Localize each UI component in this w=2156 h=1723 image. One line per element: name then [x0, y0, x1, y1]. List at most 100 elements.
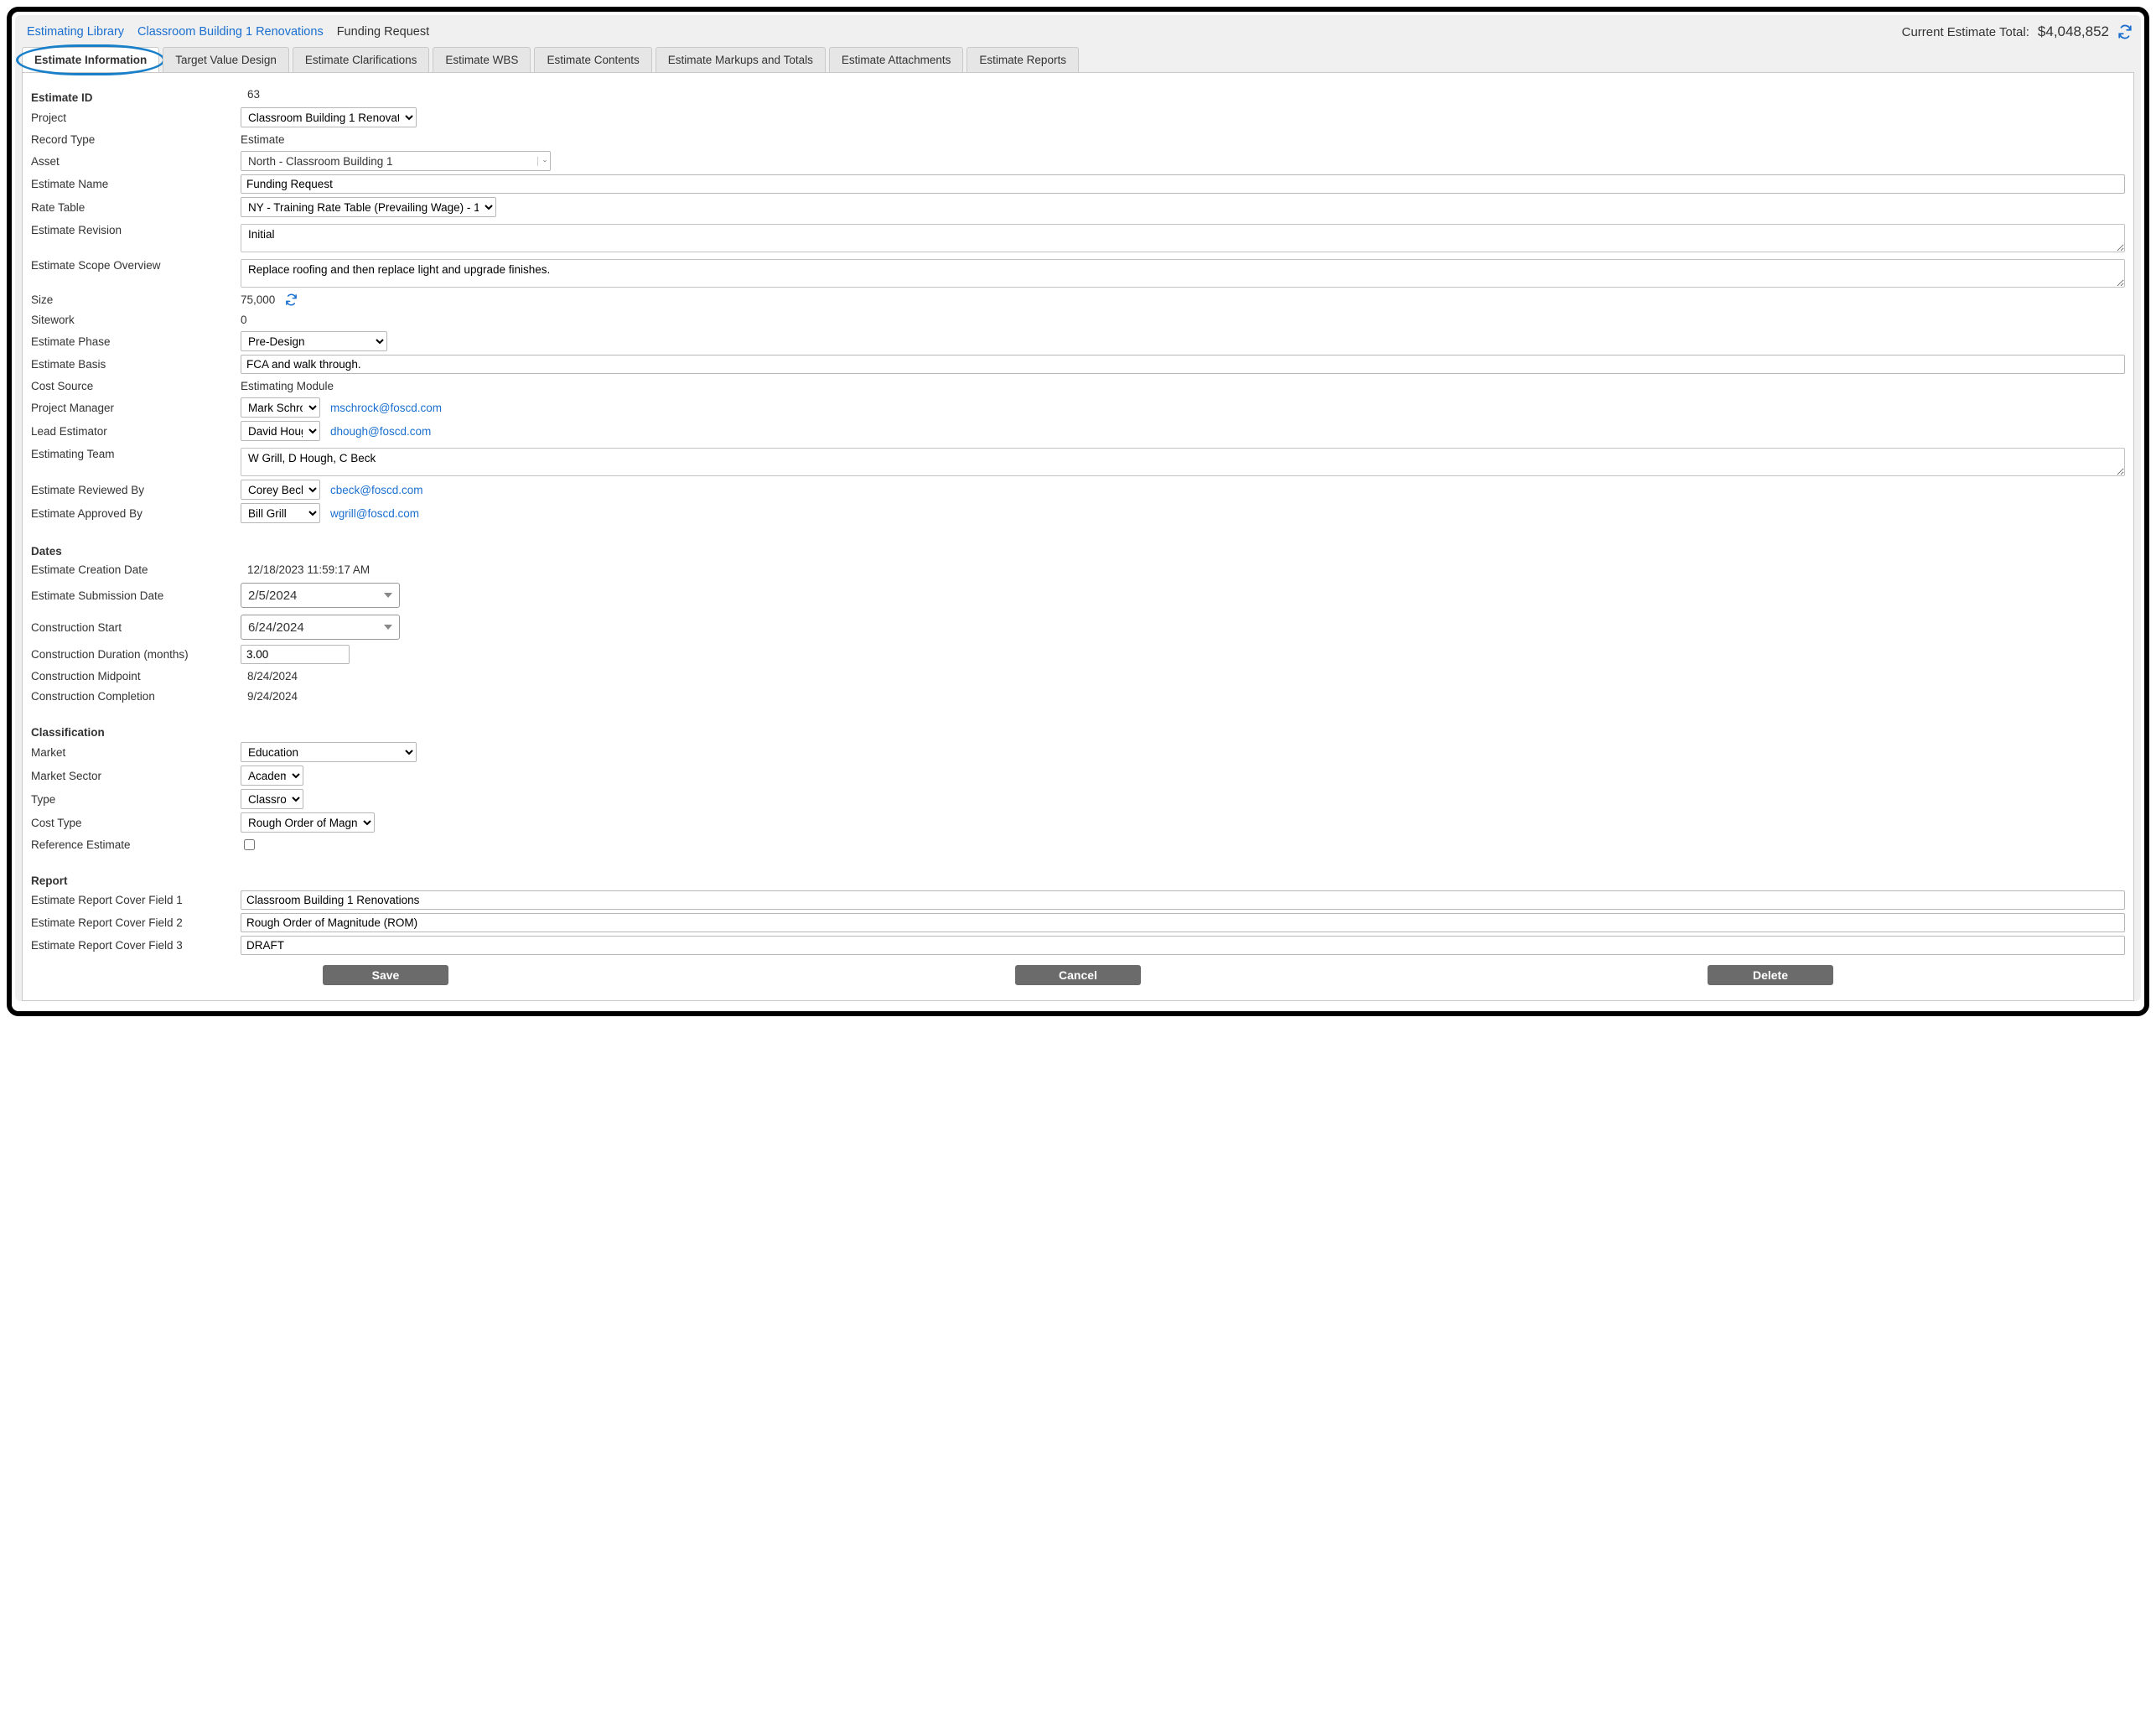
refresh-icon[interactable] — [285, 293, 298, 306]
label-approved-by: Estimate Approved By — [31, 507, 241, 520]
construction-start-picker[interactable]: 6/24/2024 — [241, 615, 400, 640]
label-market: Market — [31, 746, 241, 759]
label-asset: Asset — [31, 155, 241, 168]
save-button[interactable]: Save — [323, 965, 448, 985]
label-construction-completion: Construction Completion — [31, 690, 241, 703]
label-project-manager: Project Manager — [31, 402, 241, 414]
label-cover-field-1: Estimate Report Cover Field 1 — [31, 894, 241, 906]
label-creation-date: Estimate Creation Date — [31, 563, 241, 576]
label-estimate-id: Estimate ID — [31, 85, 241, 104]
value-size: 75,000 — [241, 293, 275, 306]
tab-label: Estimate Markups and Totals — [668, 54, 813, 66]
estimate-total-value: $4,048,852 — [2038, 23, 2109, 40]
tab-estimate-information[interactable]: Estimate Information — [22, 47, 159, 72]
tab-label: Target Value Design — [175, 54, 277, 66]
submission-date-value: 2/5/2024 — [248, 589, 297, 603]
tab-label: Estimate Contents — [547, 54, 639, 66]
breadcrumb-current: Funding Request — [337, 25, 429, 39]
cover-field-1-input[interactable] — [241, 890, 2125, 910]
label-cover-field-3: Estimate Report Cover Field 3 — [31, 939, 241, 952]
construction-start-value: 6/24/2024 — [248, 620, 304, 635]
label-type: Type — [31, 793, 241, 806]
dates-header: Dates — [31, 538, 241, 558]
project-select[interactable]: Classroom Building 1 Renovations — [241, 107, 417, 127]
market-sector-select[interactable]: Academic — [241, 765, 303, 786]
value-creation-date: 12/18/2023 11:59:17 AM — [241, 563, 370, 576]
tab-label: Estimate Clarifications — [305, 54, 417, 66]
tab-label: Estimate Attachments — [842, 54, 951, 66]
reviewed-by-email[interactable]: cbeck@foscd.com — [330, 484, 423, 496]
label-size: Size — [31, 293, 241, 306]
refresh-icon[interactable] — [2117, 24, 2133, 39]
value-construction-completion: 9/24/2024 — [241, 690, 298, 703]
tab-target-value-design[interactable]: Target Value Design — [163, 47, 289, 72]
tab-estimate-wbs[interactable]: Estimate WBS — [433, 47, 531, 72]
label-project: Project — [31, 112, 241, 124]
estimate-phase-select[interactable]: Pre-Design — [241, 331, 387, 351]
tab-estimate-markups-and-totals[interactable]: Estimate Markups and Totals — [656, 47, 826, 72]
chevron-down-icon — [384, 593, 392, 598]
approved-by-email[interactable]: wgrill@foscd.com — [330, 507, 419, 520]
asset-combo-value: North - Classroom Building 1 — [248, 155, 393, 168]
rate-table-select[interactable]: NY - Training Rate Table (Prevailing Wag… — [241, 197, 496, 217]
content-panel: Estimate ID 63 Project Classroom Buildin… — [22, 72, 2134, 1001]
cancel-button[interactable]: Cancel — [1015, 965, 1141, 985]
tab-estimate-reports[interactable]: Estimate Reports — [967, 47, 1079, 72]
estimate-basis-input[interactable] — [241, 355, 2125, 374]
chevron-down-icon — [384, 625, 392, 630]
breadcrumb: Estimating Library Classroom Building 1 … — [27, 25, 429, 39]
label-submission-date: Estimate Submission Date — [31, 589, 241, 602]
label-scope-overview: Estimate Scope Overview — [31, 259, 241, 272]
tabs-row: Estimate Information Target Value Design E… — [15, 47, 2141, 72]
label-cost-source: Cost Source — [31, 380, 241, 392]
label-lead-estimator: Lead Estimator — [31, 425, 241, 438]
label-sitework: Sitework — [31, 314, 241, 326]
project-manager-email[interactable]: mschrock@foscd.com — [330, 402, 442, 414]
label-construction-duration: Construction Duration (months) — [31, 648, 241, 661]
value-construction-midpoint: 8/24/2024 — [241, 670, 298, 682]
label-cover-field-2: Estimate Report Cover Field 2 — [31, 916, 241, 929]
cost-type-select[interactable]: Rough Order of Magnitude — [241, 812, 375, 833]
project-manager-select[interactable]: Mark Schrock — [241, 397, 320, 418]
estimating-team-textarea[interactable] — [241, 448, 2125, 476]
lead-estimator-select[interactable]: David Hough — [241, 421, 320, 441]
asset-combo[interactable]: North - Classroom Building 1 — [241, 151, 551, 171]
estimate-total-label: Current Estimate Total: — [1902, 25, 2029, 39]
label-construction-midpoint: Construction Midpoint — [31, 670, 241, 682]
label-market-sector: Market Sector — [31, 770, 241, 782]
classification-header: Classification — [31, 719, 241, 739]
label-estimate-revision: Estimate Revision — [31, 224, 241, 236]
chevron-down-icon — [537, 157, 547, 166]
tab-label: Estimate Information — [34, 54, 147, 66]
label-estimate-phase: Estimate Phase — [31, 335, 241, 348]
reviewed-by-select[interactable]: Corey Beck — [241, 480, 320, 500]
tab-estimate-contents[interactable]: Estimate Contents — [534, 47, 651, 72]
label-cost-type: Cost Type — [31, 817, 241, 829]
report-header: Report — [31, 868, 241, 887]
estimate-revision-textarea[interactable] — [241, 224, 2125, 252]
value-cost-source: Estimating Module — [241, 380, 334, 392]
label-reference-estimate: Reference Estimate — [31, 838, 241, 851]
reference-estimate-checkbox[interactable] — [244, 839, 255, 850]
lead-estimator-email[interactable]: dhough@foscd.com — [330, 425, 431, 438]
estimate-name-input[interactable] — [241, 174, 2125, 194]
tab-label: Estimate Reports — [979, 54, 1066, 66]
value-record-type: Estimate — [241, 133, 285, 146]
cover-field-3-input[interactable] — [241, 936, 2125, 955]
label-estimating-team: Estimating Team — [31, 448, 241, 460]
submission-date-picker[interactable]: 2/5/2024 — [241, 583, 400, 608]
construction-duration-input[interactable] — [241, 645, 350, 664]
type-select[interactable]: Classroom — [241, 789, 303, 809]
cover-field-2-input[interactable] — [241, 913, 2125, 932]
scope-overview-textarea[interactable] — [241, 259, 2125, 288]
delete-button[interactable]: Delete — [1708, 965, 1833, 985]
market-select[interactable]: Education — [241, 742, 417, 762]
breadcrumb-project[interactable]: Classroom Building 1 Renovations — [137, 25, 324, 39]
label-rate-table: Rate Table — [31, 201, 241, 214]
approved-by-select[interactable]: Bill Grill — [241, 503, 320, 523]
value-sitework: 0 — [241, 314, 247, 326]
tab-estimate-clarifications[interactable]: Estimate Clarifications — [293, 47, 430, 72]
tab-estimate-attachments[interactable]: Estimate Attachments — [829, 47, 964, 72]
label-record-type: Record Type — [31, 133, 241, 146]
breadcrumb-estimating-library[interactable]: Estimating Library — [27, 25, 124, 39]
